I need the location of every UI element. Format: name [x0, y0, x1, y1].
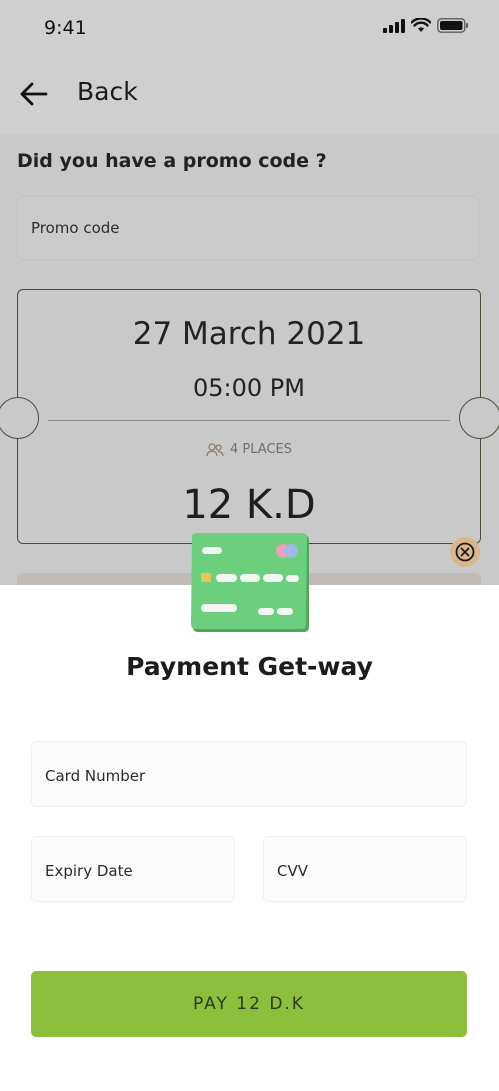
- pay-button[interactable]: PAY 12 D.K: [31, 971, 467, 1037]
- ticket-notch-left: [0, 397, 39, 439]
- ticket-places: 4 PLACES: [18, 442, 480, 457]
- signal-icon: [383, 18, 405, 33]
- expiry-date-placeholder: Expiry Date: [45, 862, 133, 880]
- close-icon: [455, 542, 475, 562]
- ticket-notch-right: [459, 397, 499, 439]
- card-number-field[interactable]: Card Number: [31, 741, 467, 807]
- back-arrow-icon[interactable]: [18, 78, 50, 110]
- expiry-date-field[interactable]: Expiry Date: [31, 836, 235, 902]
- ticket-date: 27 March 2021: [132, 316, 366, 352]
- users-icon: [206, 442, 224, 456]
- status-time: 9:41: [44, 17, 87, 39]
- ticket-price: 12 K.D: [182, 482, 316, 528]
- header: Back: [0, 70, 499, 120]
- status-bar: 9:41: [0, 0, 499, 56]
- cvv-field[interactable]: CVV: [263, 836, 467, 902]
- promo-code-input[interactable]: Promo code: [17, 196, 479, 260]
- status-icons: [383, 18, 469, 33]
- battery-icon: [437, 18, 468, 33]
- back-button-label[interactable]: Back: [77, 77, 138, 106]
- credit-card-icon: [191, 533, 309, 632]
- promo-code-placeholder: Promo code: [31, 219, 120, 237]
- wifi-icon: [411, 18, 431, 32]
- ticket-time: 05:00 PM: [193, 374, 305, 402]
- cvv-placeholder: CVV: [277, 862, 308, 880]
- ticket-places-label: 4 PLACES: [230, 442, 292, 457]
- payment-title: Payment Get-way: [126, 652, 373, 681]
- ticket-divider: [48, 420, 450, 421]
- ticket-card: 27 March 2021 05:00 PM 4 PLACES 12 K.D: [0, 289, 499, 544]
- promo-title: Did you have a promo code ?: [17, 150, 327, 172]
- card-number-placeholder: Card Number: [45, 767, 146, 785]
- close-button[interactable]: [450, 537, 480, 567]
